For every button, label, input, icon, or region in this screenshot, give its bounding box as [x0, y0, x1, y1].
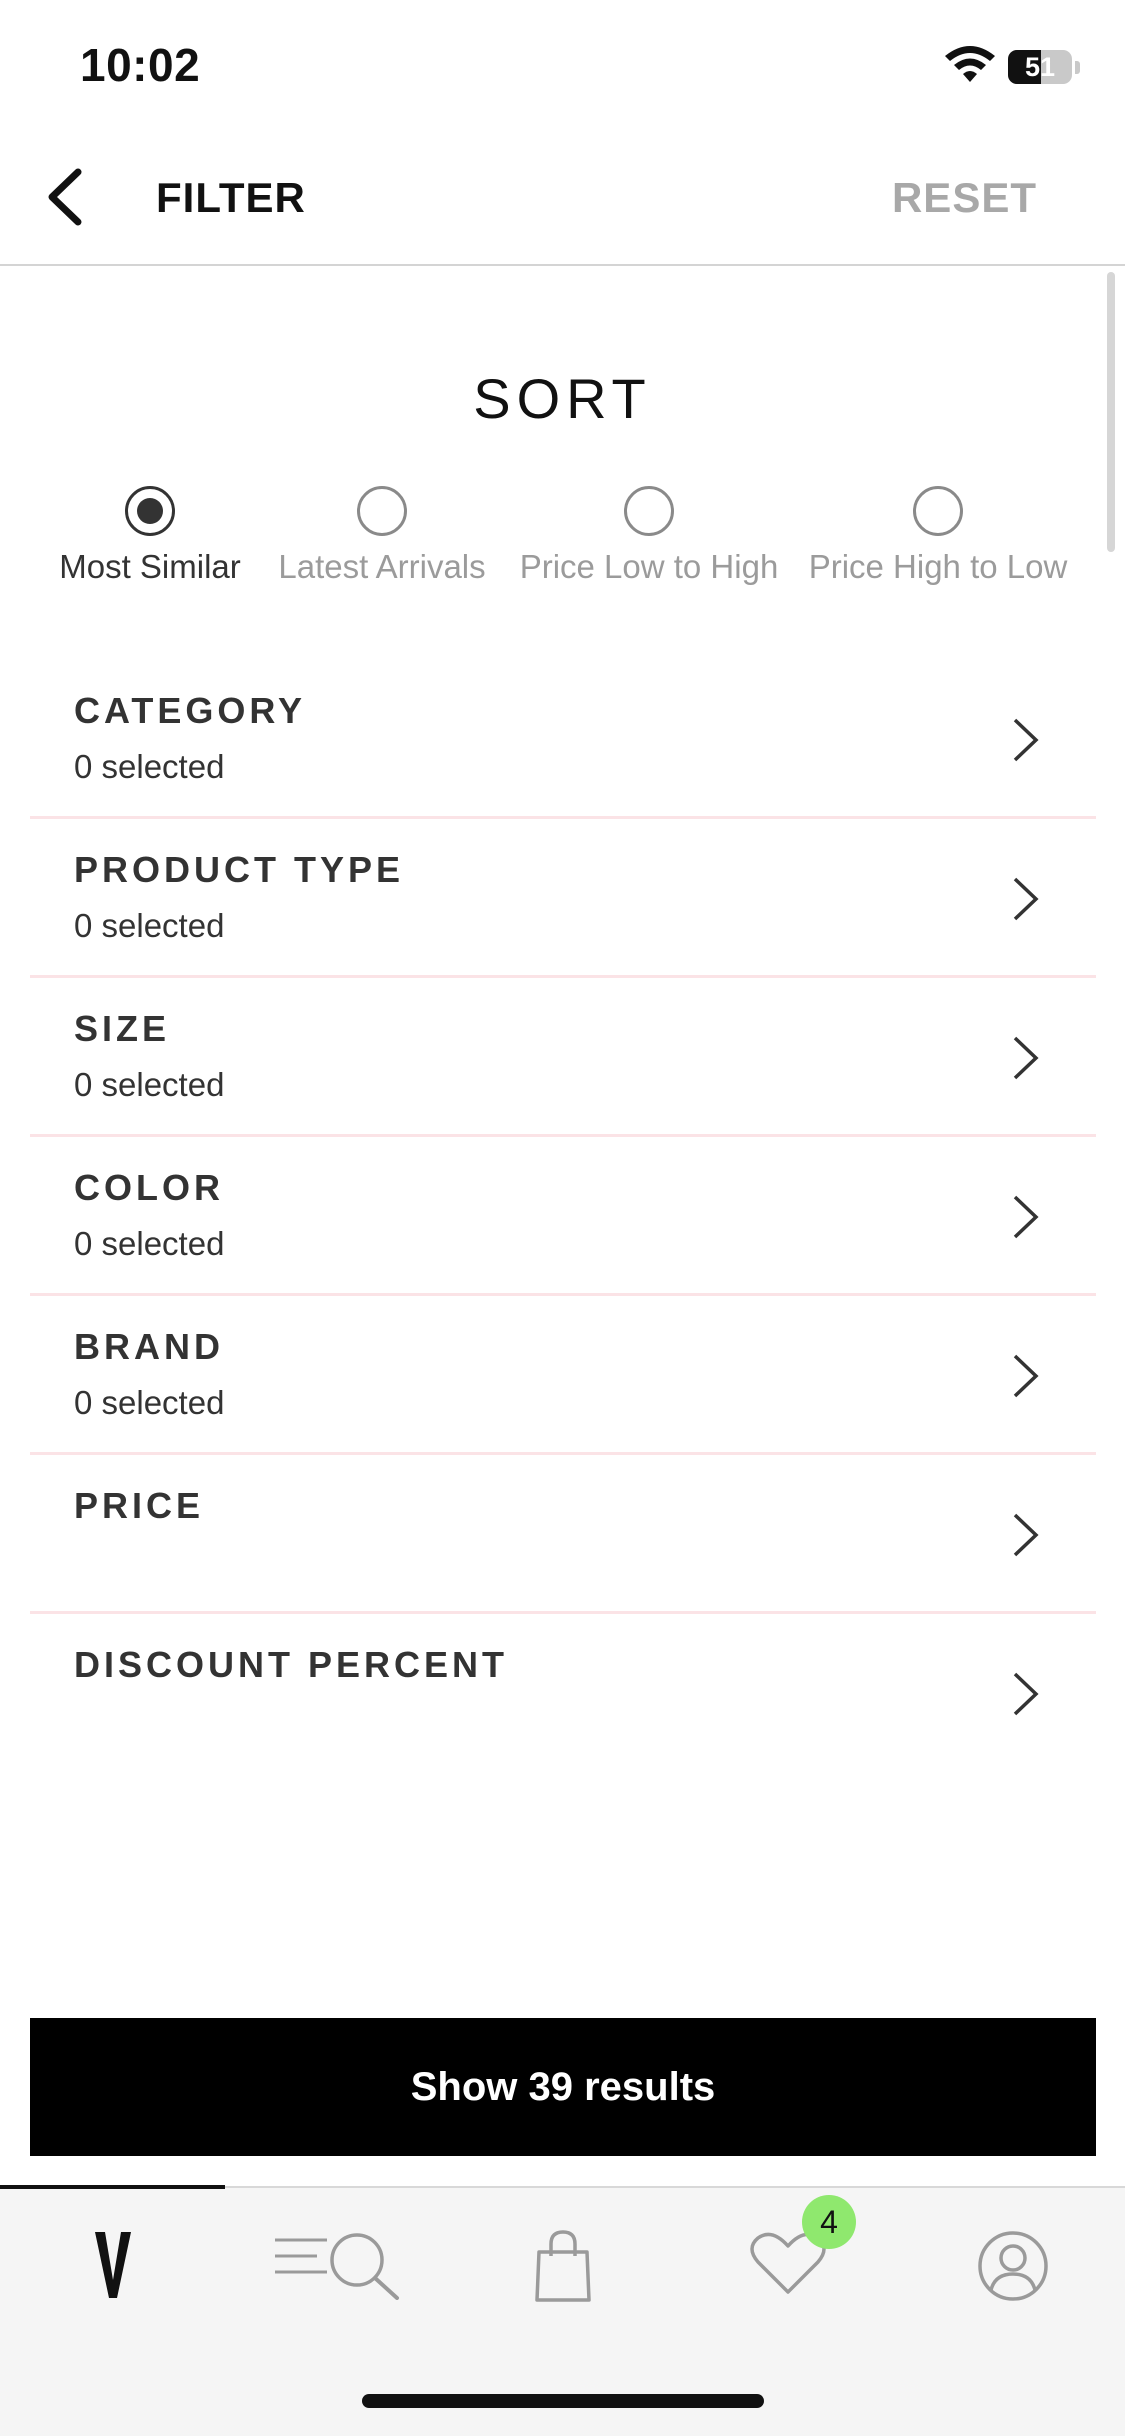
sort-title: SORT	[473, 367, 652, 430]
radio-button[interactable]	[624, 486, 674, 536]
filter-selected-count: 0 selected	[74, 907, 225, 944]
filter-header: FILTER RESET	[0, 132, 1125, 266]
filter-list: CATEGORY 0 selected PRODUCT TYPE 0 selec…	[30, 660, 1096, 1773]
sort-option-label: Price High to Low	[808, 548, 1068, 585]
radio-button[interactable]	[913, 486, 963, 536]
sort-option-label: Latest Arrivals	[278, 548, 486, 585]
filter-name: COLOR	[74, 1167, 224, 1208]
battery-level: 51	[1024, 52, 1056, 82]
filter-selected-count: 0 selected	[74, 1225, 225, 1262]
tab-home[interactable]	[0, 2188, 225, 2338]
filter-name: PRODUCT TYPE	[74, 849, 405, 890]
chevron-right-icon	[1013, 877, 1039, 921]
reset-button[interactable]: RESET	[892, 174, 1037, 222]
status-time: 10:02	[80, 39, 201, 91]
battery-body: 51	[1008, 50, 1072, 84]
filter-row-product-type[interactable]: PRODUCT TYPE 0 selected	[30, 819, 1096, 978]
status-bar: 10:02 51	[0, 0, 1125, 132]
battery-cap	[1075, 61, 1080, 74]
sort-option-label: Most Similar	[59, 548, 241, 585]
filter-row-color[interactable]: COLOR 0 selected	[30, 1137, 1096, 1296]
tab-profile[interactable]	[900, 2188, 1125, 2338]
chevron-right-icon	[1013, 1354, 1039, 1398]
radio-button[interactable]	[357, 486, 407, 536]
filter-row-price[interactable]: PRICE	[30, 1455, 1096, 1614]
logo-v-icon	[94, 2232, 131, 2298]
menu-search-icon	[274, 2233, 399, 2300]
filter-row-discount-percent[interactable]: DISCOUNT PERCENT	[30, 1614, 1096, 1773]
chevron-right-icon	[1013, 1513, 1039, 1557]
filter-name: DISCOUNT PERCENT	[74, 1644, 509, 1685]
battery-icon: 51	[1008, 50, 1074, 84]
filter-row-brand[interactable]: BRAND 0 selected	[30, 1296, 1096, 1455]
shopping-bag-icon	[534, 2230, 591, 2302]
filter-selected-count: 0 selected	[74, 1384, 225, 1421]
filter-row-category[interactable]: CATEGORY 0 selected	[30, 660, 1096, 819]
wifi-icon	[945, 46, 995, 82]
tab-wishlist[interactable]	[675, 2188, 900, 2338]
chevron-left-icon	[48, 168, 82, 226]
show-results-button[interactable]: Show 39 results	[30, 2018, 1096, 2156]
chevron-right-icon	[1013, 1672, 1039, 1716]
chevron-right-icon	[1013, 1195, 1039, 1239]
radio-button[interactable]	[125, 486, 175, 536]
chevron-right-icon	[1013, 1036, 1039, 1080]
chevron-right-icon	[1013, 718, 1039, 762]
filter-row-size[interactable]: SIZE 0 selected	[30, 978, 1096, 1137]
filter-name: BRAND	[74, 1326, 224, 1367]
back-button[interactable]	[36, 162, 96, 232]
filter-name: SIZE	[74, 1008, 171, 1049]
wishlist-count-badge: 4	[802, 2195, 856, 2249]
filter-selected-count: 0 selected	[74, 748, 225, 785]
home-indicator[interactable]	[362, 2394, 764, 2408]
tab-bag[interactable]	[450, 2188, 675, 2338]
page-title: FILTER	[156, 174, 306, 221]
sort-option-label: Price Low to High	[519, 548, 779, 585]
filter-selected-count: 0 selected	[74, 1066, 225, 1103]
filter-name: CATEGORY	[74, 690, 307, 731]
tab-browse[interactable]	[225, 2188, 450, 2338]
filter-name: PRICE	[74, 1485, 205, 1526]
profile-icon	[977, 2231, 1048, 2301]
